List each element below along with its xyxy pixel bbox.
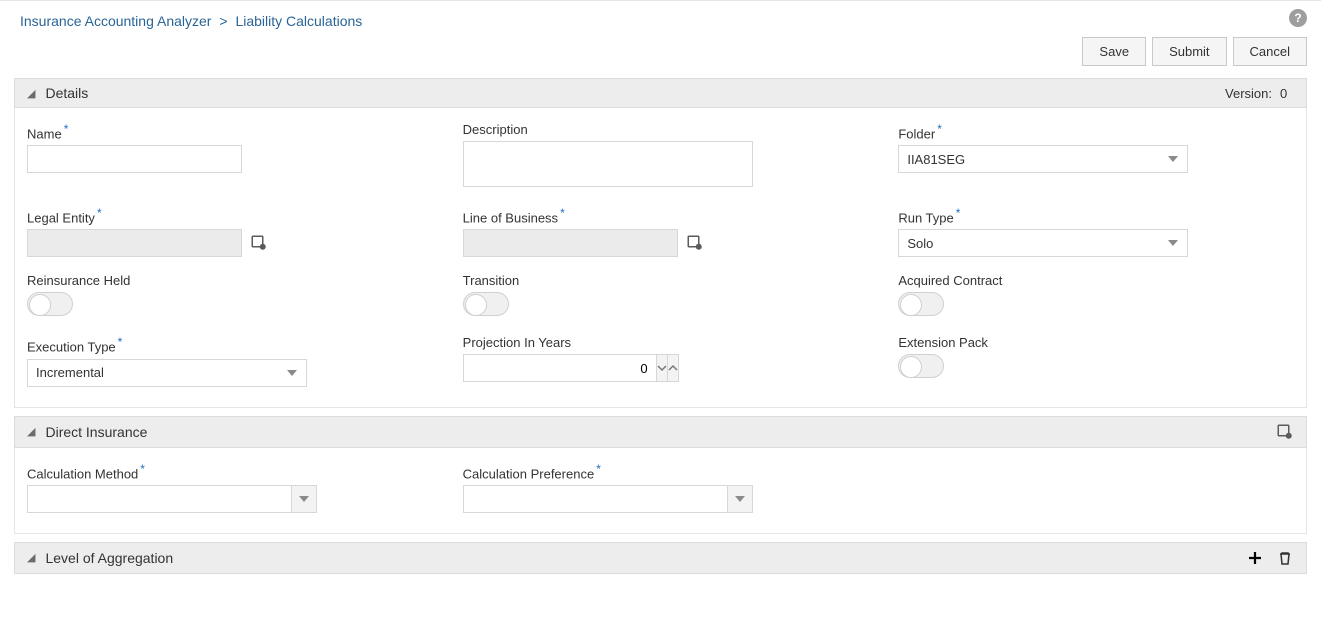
projection-label: Projection In Years (463, 335, 859, 350)
description-label: Description (463, 122, 528, 137)
version-value: 0 (1280, 86, 1294, 101)
calc-pref-label: Calculation Preference (463, 466, 595, 481)
transition-label: Transition (463, 273, 859, 288)
breadcrumb: Insurance Accounting Analyzer > Liabilit… (20, 9, 362, 29)
direct-title: Direct Insurance (45, 424, 147, 440)
name-label: Name (27, 126, 62, 141)
cancel-button[interactable]: Cancel (1233, 37, 1307, 66)
projection-input[interactable] (463, 354, 656, 382)
aggregation-header: ◢ Level of Aggregation (14, 542, 1307, 574)
projection-increment[interactable] (668, 354, 679, 382)
version-label: Version: (1225, 86, 1272, 101)
collapse-icon[interactable]: ◢ (27, 87, 35, 100)
lob-lookup-icon[interactable] (686, 234, 704, 252)
calc-method-dropdown[interactable] (291, 485, 317, 513)
aggregation-title: Level of Aggregation (45, 550, 173, 566)
description-input[interactable] (463, 141, 753, 187)
submit-button[interactable]: Submit (1152, 37, 1226, 66)
run-type-select[interactable]: Solo (898, 229, 1188, 257)
acquired-toggle[interactable] (898, 292, 944, 316)
calc-method-label: Calculation Method (27, 466, 138, 481)
direct-header: ◢ Direct Insurance (14, 416, 1307, 448)
legal-entity-label: Legal Entity (27, 210, 95, 225)
breadcrumb-current[interactable]: Liability Calculations (235, 13, 362, 29)
calc-method-input[interactable] (27, 485, 291, 513)
legal-entity-lookup-icon[interactable] (250, 234, 268, 252)
details-header: ◢ Details Version: 0 (14, 78, 1307, 108)
run-type-label: Run Type (898, 210, 953, 225)
save-button[interactable]: Save (1082, 37, 1146, 66)
calc-pref-dropdown[interactable] (727, 485, 753, 513)
reinsurance-toggle[interactable] (27, 292, 73, 316)
delete-icon[interactable] (1276, 549, 1294, 567)
breadcrumb-root[interactable]: Insurance Accounting Analyzer (20, 13, 211, 29)
calc-pref-input[interactable] (463, 485, 727, 513)
exec-type-label: Execution Type (27, 340, 116, 355)
folder-label: Folder (898, 126, 935, 141)
name-input[interactable] (27, 145, 242, 173)
direct-lookup-icon[interactable] (1276, 423, 1294, 441)
details-title: Details (45, 85, 88, 101)
reinsurance-label: Reinsurance Held (27, 273, 423, 288)
folder-select[interactable]: IIA81SEG (898, 145, 1188, 173)
extension-toggle[interactable] (898, 354, 944, 378)
lob-label: Line of Business (463, 210, 558, 225)
exec-type-select[interactable]: Incremental (27, 359, 307, 387)
acquired-label: Acquired Contract (898, 273, 1294, 288)
legal-entity-input[interactable] (27, 229, 242, 257)
transition-toggle[interactable] (463, 292, 509, 316)
collapse-icon[interactable]: ◢ (27, 425, 35, 438)
collapse-icon[interactable]: ◢ (27, 551, 35, 564)
lob-input[interactable] (463, 229, 678, 257)
help-icon[interactable]: ? (1289, 9, 1307, 27)
projection-decrement[interactable] (656, 354, 668, 382)
breadcrumb-sep: > (219, 13, 227, 29)
extension-label: Extension Pack (898, 335, 1294, 350)
add-icon[interactable] (1246, 549, 1264, 567)
